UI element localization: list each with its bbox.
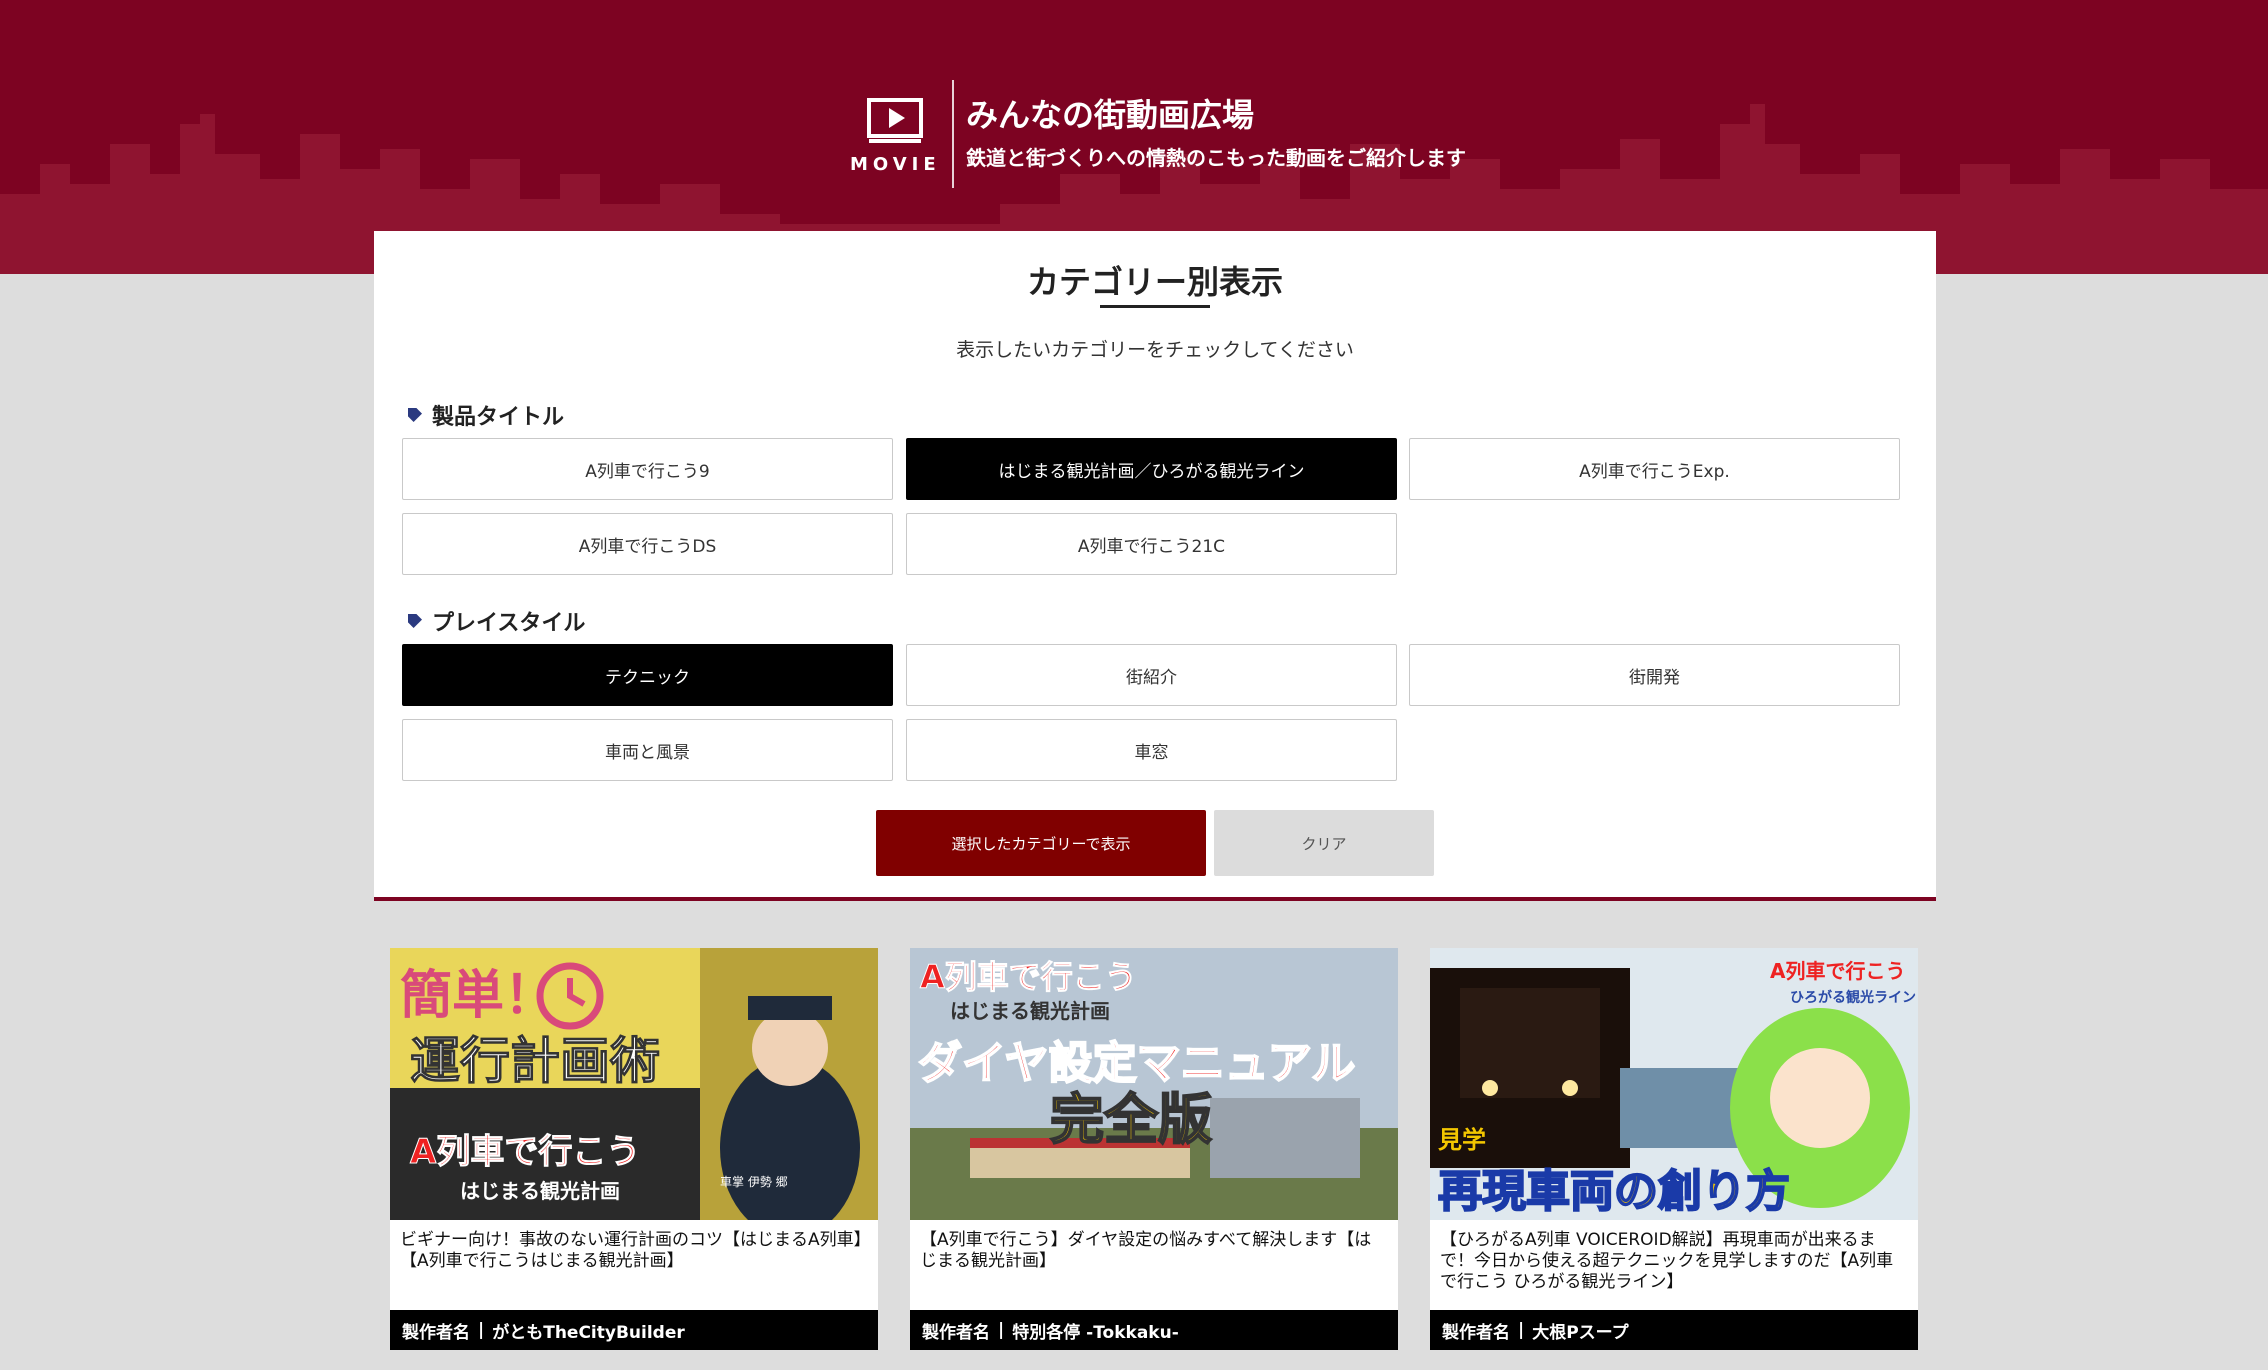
site-title: みんなの街動画広場 [966, 96, 1255, 134]
video-thumbnail[interactable]: A列車で行こう ひろがる観光ライン 見学 再現車両の創り方 [1430, 948, 1918, 1220]
thumb-text: はじまる観光計画 [950, 999, 1110, 1023]
thumb-text: 車掌 伊勢 郷 [720, 1174, 788, 1189]
option-a21c[interactable]: A列車で行こう21C [906, 513, 1397, 575]
video-play-icon [867, 98, 923, 144]
thumb-text: 見学 [1438, 1126, 1486, 1154]
option-a-ds[interactable]: A列車で行こうDS [402, 513, 893, 575]
option-vehicles-scenery[interactable]: 車両と風景 [402, 719, 893, 781]
author-label: 製作者名 [1442, 1322, 1510, 1343]
video-title[interactable]: 【ひろがるA列車 VOICEROID解説】再現車両が出来るまで！今日から使える超… [1440, 1230, 1908, 1293]
option-town-dev[interactable]: 街開発 [1409, 644, 1900, 706]
option-hajimaru-hirogaru[interactable]: はじまる観光計画／ひろがる観光ライン [906, 438, 1397, 500]
movie-brand: MOVIE [850, 78, 940, 175]
section-label-text: 製品タイトル [432, 405, 565, 430]
option-a-exp[interactable]: A列車で行こうExp. [1409, 438, 1900, 500]
show-selected-button[interactable]: 選択したカテゴリーで表示 [876, 810, 1206, 876]
author-name: 特別各停 -Tokkaku- [1012, 1322, 1179, 1343]
thumb-text: 簡単！ [400, 966, 556, 1026]
video-card[interactable]: A列車で行こう ひろがる観光ライン 見学 再現車両の創り方 【ひろがるA列車 V… [1430, 948, 1918, 1350]
option-train-window[interactable]: 車窓 [906, 719, 1397, 781]
video-card[interactable]: 簡単！ 運行計画術 A列車で行こう はじまる観光計画 車掌 伊勢 郷 ビギナー向… [390, 948, 878, 1350]
tag-icon [408, 408, 422, 422]
tag-icon [408, 614, 422, 628]
thumb-text: はじまる観光計画 [460, 1179, 620, 1203]
section-label-product-title: 製品タイトル [408, 399, 564, 431]
author-label: 製作者名 [402, 1322, 470, 1343]
video-author-bar: 製作者名 | 大根Pスープ [1430, 1310, 1918, 1350]
thumb-text: 運行計画術 [410, 1032, 660, 1090]
category-panel: カテゴリー別表示 表示したいカテゴリーをチェックしてください 製品タイトル A列… [374, 231, 1936, 901]
clear-button[interactable]: クリア [1214, 810, 1434, 876]
thumb-text: 再現車両の創り方 [1438, 1166, 1790, 1217]
video-title[interactable]: ビギナー向け！事故のない運行計画のコツ【はじまるA列車】【A列車で行こうはじまる… [400, 1230, 868, 1272]
video-author-bar: 製作者名 | がともTheCityBuilder [390, 1310, 878, 1350]
thumb-text: ダイヤ設定マニュアル [918, 1038, 1355, 1089]
author-name: 大根Pスープ [1532, 1322, 1629, 1343]
header-divider [952, 80, 954, 188]
thumb-text: A列車で行こう [410, 1132, 640, 1172]
author-label: 製作者名 [922, 1322, 990, 1343]
section-label-text: プレイスタイル [432, 611, 586, 636]
option-a9[interactable]: A列車で行こう9 [402, 438, 893, 500]
panel-title: カテゴリー別表示 [1026, 263, 1283, 301]
option-technique[interactable]: テクニック [402, 644, 893, 706]
thumb-text: A列車で行こう [920, 958, 1137, 996]
section-label-playstyle: プレイスタイル [408, 605, 585, 637]
option-town-intro[interactable]: 街紹介 [906, 644, 1397, 706]
video-author-bar: 製作者名 | 特別各停 -Tokkaku- [910, 1310, 1398, 1350]
thumb-text: 完全版 [1050, 1088, 1212, 1151]
author-name: がともTheCityBuilder [492, 1322, 685, 1343]
movie-label: MOVIE [850, 154, 941, 175]
video-thumbnail[interactable]: 簡単！ 運行計画術 A列車で行こう はじまる観光計画 車掌 伊勢 郷 [390, 948, 878, 1220]
video-title[interactable]: 【A列車で行こう】ダイヤ設定の悩みすべて解決します【はじまる観光計画】 [920, 1230, 1388, 1272]
video-card[interactable]: A列車で行こう はじまる観光計画 ダイヤ設定マニュアル 完全版 【A列車で行こう… [910, 948, 1398, 1350]
video-thumbnail[interactable]: A列車で行こう はじまる観光計画 ダイヤ設定マニュアル 完全版 [910, 948, 1398, 1220]
thumb-text: A列車で行こう [1770, 959, 1905, 983]
thumb-text: ひろがる観光ライン [1790, 989, 1916, 1006]
site-subtitle: 鉄道と街づくりへの情熱のこもった動画をご紹介します [966, 146, 1466, 170]
panel-instructions: 表示したいカテゴリーをチェックしてください [956, 339, 1354, 361]
title-underline [1100, 305, 1210, 308]
